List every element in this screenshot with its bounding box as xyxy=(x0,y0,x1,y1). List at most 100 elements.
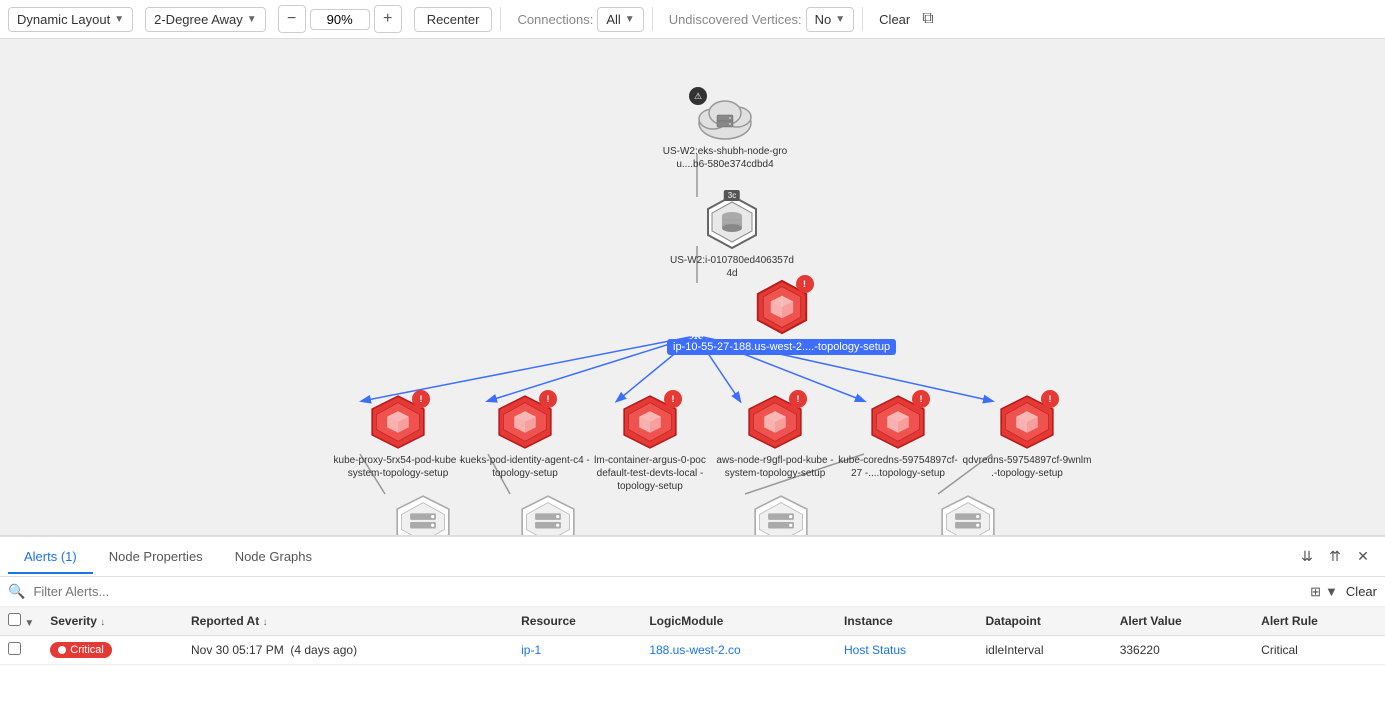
hex2-label: kueks-pod-identity-agent-c4 -topology-se… xyxy=(460,454,590,480)
center-node-selected-label: ip-10-55-27-188.us-west-2....-topology-s… xyxy=(667,339,896,355)
undiscovered-label: Undiscovered Vertices: xyxy=(669,12,802,27)
hex-top-icon xyxy=(704,194,760,250)
alerts-table-scroll[interactable]: ▼ Severity ↓ Reported At ↓ Resource Logi… xyxy=(0,607,1385,725)
row-checkbox-cell[interactable] xyxy=(0,636,42,665)
cloud-node[interactable]: ⚠ US-W2:eks-shubh-node-gro u....b6-580e3… xyxy=(660,91,790,171)
degree-label: 2-Degree Away xyxy=(154,12,243,27)
zoom-out-button[interactable]: − xyxy=(278,5,306,33)
layout-dropdown[interactable]: Dynamic Layout ▼ xyxy=(8,7,133,32)
alerts-clear-button[interactable]: Clear xyxy=(1346,584,1377,599)
sub3-icon xyxy=(753,494,809,535)
filter-button[interactable]: ⊞ ▼ xyxy=(1310,584,1338,600)
clear-button[interactable]: Clear xyxy=(871,8,918,31)
undiscovered-dropdown[interactable]: No ▼ xyxy=(806,7,855,32)
sub1-icon xyxy=(395,494,451,535)
logic-module-link[interactable]: 188.us-west-2.co xyxy=(649,643,740,657)
hex1-label: kube-proxy-5rx54-pod-kube -system-topolo… xyxy=(333,454,463,480)
hex4-alert-badge: ! xyxy=(789,390,807,408)
panel-expand-button[interactable]: ⇈ xyxy=(1321,543,1349,571)
graph-canvas[interactable]: ⚠ US-W2:eks-shubh-node-gro u....b6-580e3… xyxy=(0,39,1385,535)
hex3-label: lm-container-argus-0-poc default-test-de… xyxy=(585,454,715,493)
select-all-checkbox[interactable] xyxy=(8,613,21,626)
table-row: Critical Nov 30 05:17 PM (4 days ago) ip… xyxy=(0,636,1385,665)
hex-top-node[interactable]: 3c US-W2:i-010780ed406357d 4d xyxy=(667,194,797,280)
alerts-filter-input[interactable] xyxy=(33,584,1302,599)
hex-sub-1[interactable]: kube-proxy-ds-kube-systems -topology-set… xyxy=(358,494,488,535)
logic-module-cell: 188.us-west-2.co xyxy=(641,636,836,665)
tab-alerts[interactable]: Alerts (1) xyxy=(8,541,93,574)
separator-1 xyxy=(500,7,501,31)
hex-child-2[interactable]: ! kueks-pod-identity-agent-c4 -topology-… xyxy=(460,394,590,480)
severity-cell: Critical xyxy=(42,636,183,665)
datapoint-cell: idleInterval xyxy=(977,636,1111,665)
hex-child-6[interactable]: ! qdvredns-59754897cf-9wnlm .-topology-s… xyxy=(962,394,1092,480)
external-link-icon[interactable]: ⧉ xyxy=(922,10,933,28)
connections-dropdown[interactable]: All ▼ xyxy=(597,7,643,32)
cloud-node-label: US-W2:eks-shubh-node-gro u....b6-580e374… xyxy=(660,145,790,171)
reported-at-cell: Nov 30 05:17 PM (4 days ago) xyxy=(183,636,513,665)
resource-link[interactable]: ip-1 xyxy=(521,643,541,657)
connections-arrow: ▼ xyxy=(625,14,635,25)
recenter-button[interactable]: Recenter xyxy=(414,7,493,32)
connections-value: All xyxy=(606,12,620,27)
hex-child-4[interactable]: ! aws-node-r9gfl-pod-kube -system-topolo… xyxy=(710,394,840,480)
connections-label: Connections: xyxy=(517,12,593,27)
degree-arrow: ▼ xyxy=(247,14,257,25)
instance-link[interactable]: Host Status xyxy=(844,643,906,657)
warning-badge: ⚠ xyxy=(689,87,707,105)
hex6-alert-badge: ! xyxy=(1041,390,1059,408)
search-icon: 🔍 xyxy=(8,583,25,600)
zoom-value-display: 90 % xyxy=(310,9,370,30)
hex3-alert-badge: ! xyxy=(664,390,682,408)
sub2-icon xyxy=(520,494,576,535)
layout-arrow: ▼ xyxy=(114,14,124,25)
hex-sub-4[interactable]: coredns-59754897cf-rs-kub e-system-topol… xyxy=(903,494,1033,535)
hex-sub-3[interactable]: aws-node-ds-kube-system-t opology-setup xyxy=(716,494,846,535)
main-area: ⚠ US-W2:eks-shubh-node-gro u....b6-580e3… xyxy=(0,39,1385,725)
toolbar: Dynamic Layout ▼ 2-Degree Away ▼ − 90 % … xyxy=(0,0,1385,39)
alert-rule-cell: Critical xyxy=(1253,636,1385,665)
panel-collapse-all-button[interactable]: ⇊ xyxy=(1293,543,1321,571)
tab-node-graphs[interactable]: Node Graphs xyxy=(219,541,328,574)
zoom-in-button[interactable]: + xyxy=(374,5,402,33)
col-datapoint[interactable]: Datapoint xyxy=(977,607,1111,636)
layout-label: Dynamic Layout xyxy=(17,12,110,27)
degree-dropdown[interactable]: 2-Degree Away ▼ xyxy=(145,7,266,32)
col-alert-rule[interactable]: Alert Rule xyxy=(1253,607,1385,636)
hex-top-label: US-W2:i-010780ed406357d 4d xyxy=(667,254,797,280)
undiscovered-value: No xyxy=(815,12,832,27)
row-checkbox[interactable] xyxy=(8,642,21,655)
sub4-icon xyxy=(940,494,996,535)
col-checkbox: ▼ xyxy=(0,607,42,636)
hex-sub-2[interactable]: pod-identity-agent-ds.... -pology-setup xyxy=(483,494,613,535)
col-reported-at[interactable]: Reported At ↓ xyxy=(183,607,513,636)
center-node-label-container: ip-10-55-27-188.us-west-2....-topology-s… xyxy=(667,339,896,355)
alerts-tbody: Critical Nov 30 05:17 PM (4 days ago) ip… xyxy=(0,636,1385,665)
severity-badge: Critical xyxy=(50,642,112,658)
filter-arrow: ▼ xyxy=(1325,584,1338,599)
severity-label: Critical xyxy=(70,644,104,656)
col-logic-module[interactable]: LogicModule xyxy=(641,607,836,636)
col-instance[interactable]: Instance xyxy=(836,607,977,636)
tab-node-properties[interactable]: Node Properties xyxy=(93,541,219,574)
hex-child-3[interactable]: ! lm-container-argus-0-poc default-test-… xyxy=(585,394,715,493)
bottom-panel: Alerts (1) Node Properties Node Graphs ⇊… xyxy=(0,535,1385,725)
col-resource[interactable]: Resource xyxy=(513,607,641,636)
panel-tabs: Alerts (1) Node Properties Node Graphs ⇊… xyxy=(0,537,1385,577)
center-alert-badge: ! xyxy=(796,275,814,293)
hex5-label: kube-coredns-59754897cf-27 -....topology… xyxy=(833,454,963,480)
col-severity[interactable]: Severity ↓ xyxy=(42,607,183,636)
col-alert-value[interactable]: Alert Value xyxy=(1112,607,1253,636)
undiscovered-arrow: ▼ xyxy=(835,14,845,25)
separator-3 xyxy=(862,7,863,31)
hex-child-1[interactable]: ! kube-proxy-5rx54-pod-kube -system-topo… xyxy=(333,394,463,480)
instance-cell: Host Status xyxy=(836,636,977,665)
center-node[interactable]: ! ip-10-55-27-188.us-west-2....-topology… xyxy=(667,279,896,355)
hex5-alert-badge: ! xyxy=(912,390,930,408)
severity-dot xyxy=(58,646,66,654)
hex6-label: qdvredns-59754897cf-9wnlm .-topology-set… xyxy=(962,454,1092,480)
resource-cell: ip-1 xyxy=(513,636,641,665)
hex-child-5[interactable]: ! kube-coredns-59754897cf-27 -....topolo… xyxy=(833,394,963,480)
panel-close-button[interactable]: ✕ xyxy=(1349,543,1377,571)
alert-value-cell: 336220 xyxy=(1112,636,1253,665)
